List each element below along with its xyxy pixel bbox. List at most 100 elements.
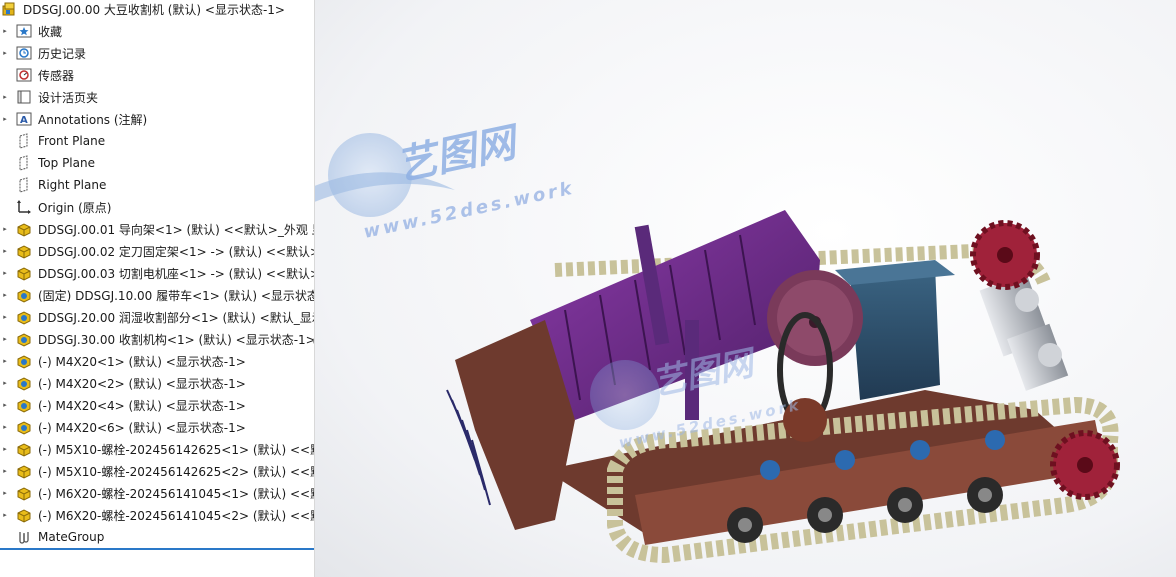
sensor-icon xyxy=(15,66,33,84)
plane-icon xyxy=(15,154,33,172)
tree-item[interactable]: ▸ DDSGJ.00.02 定刀固定架<1> -> (默认) <<默认>_ xyxy=(0,240,314,262)
tree-item[interactable]: ▸ A Annotations (注解) xyxy=(0,108,314,130)
design-binder-icon xyxy=(15,88,33,106)
tree-item-label: Annotations (注解) xyxy=(38,112,148,127)
part-icon xyxy=(15,242,33,260)
expand-arrow-icon[interactable]: ▸ xyxy=(0,247,10,255)
harvester-model[interactable] xyxy=(446,210,1120,564)
tree-item[interactable]: ▸ (-) M4X20<6> (默认) <显示状态-1> xyxy=(0,416,314,438)
subassembly-icon xyxy=(15,308,33,326)
subassembly-icon xyxy=(15,374,33,392)
expand-arrow-icon[interactable]: ▸ xyxy=(0,379,10,387)
tree-item[interactable]: ▸ DDSGJ.20.00 润湿收割部分<1> (默认) <默认_显示 xyxy=(0,306,314,328)
tree-item[interactable]: Front Plane xyxy=(0,130,314,152)
expand-arrow-icon[interactable]: ▸ xyxy=(0,489,10,497)
expand-arrow-icon[interactable]: ▸ xyxy=(0,225,10,233)
tree-item[interactable]: ▸ (-) M4X20<1> (默认) <显示状态-1> xyxy=(0,350,314,372)
expand-arrow-icon[interactable]: ▸ xyxy=(0,115,10,123)
tree-item[interactable]: Top Plane xyxy=(0,152,314,174)
plane-icon xyxy=(15,132,33,150)
panel-divider xyxy=(0,548,314,550)
history-icon xyxy=(15,44,33,62)
part-icon xyxy=(15,220,33,238)
tree-item-label: 历史记录 xyxy=(38,46,87,61)
tree-item-label: Right Plane xyxy=(38,178,107,192)
tree-item-label: DDSGJ.30.00 收割机构<1> (默认) <显示状态-1> xyxy=(38,332,314,347)
expand-arrow-icon[interactable]: ▸ xyxy=(0,445,10,453)
expand-arrow-icon[interactable]: ▸ xyxy=(0,423,10,431)
feature-manager-tree: DDSGJ.00.00 大豆收割机 (默认) <显示状态-1> ▸ 收藏 ▸ 历史记录传… xyxy=(0,0,315,577)
tree-item-label: (-) M4X20<2> (默认) <显示状态-1> xyxy=(38,376,246,391)
tree-item[interactable]: ▸ 设计活页夹 xyxy=(0,86,314,108)
expand-arrow-icon[interactable]: ▸ xyxy=(0,335,10,343)
expand-arrow-icon[interactable]: ▸ xyxy=(0,93,10,101)
graphics-viewport[interactable]: 艺图网 www.52des.work 艺图网 www.52des.work xyxy=(315,0,1176,577)
mate-group-icon xyxy=(15,528,33,546)
tree-item-label: (-) M6X20-螺栓-202456141045<2> (默认) <<默认 xyxy=(38,508,314,523)
tree-item-label: MateGroup xyxy=(38,530,105,544)
watermark-title: 艺图网 xyxy=(393,119,526,190)
tree-item-label: Front Plane xyxy=(38,134,106,148)
subassembly-icon xyxy=(15,396,33,414)
svg-text:A: A xyxy=(20,115,28,126)
tree-item-label: (-) M4X20<1> (默认) <显示状态-1> xyxy=(38,354,246,369)
tree-item-label: (-) M4X20<6> (默认) <显示状态-1> xyxy=(38,420,246,435)
tree-item[interactable]: 传感器 xyxy=(0,64,314,86)
tree-item[interactable]: ▸ DDSGJ.00.03 切割电机座<1> -> (默认) <<默认>_ xyxy=(0,262,314,284)
tree-root-item[interactable]: DDSGJ.00.00 大豆收割机 (默认) <显示状态-1> xyxy=(0,0,314,20)
tree-item-label: (-) M5X10-螺栓-202456142625<1> (默认) <<默认 xyxy=(38,442,314,457)
part-icon xyxy=(15,440,33,458)
subassembly-icon xyxy=(15,352,33,370)
tree-item-label: DDSGJ.20.00 润湿收割部分<1> (默认) <默认_显示 xyxy=(38,310,314,325)
tree-item[interactable]: ▸ (-) M6X20-螺栓-202456141045<2> (默认) <<默认 xyxy=(0,504,314,526)
storage-tank xyxy=(850,265,940,400)
subassembly-icon xyxy=(15,418,33,436)
part-icon xyxy=(15,506,33,524)
tree-item[interactable]: Right Plane xyxy=(0,174,314,196)
tree-item[interactable]: ▸ (-) M5X10-螺栓-202456142625<2> (默认) <<默认 xyxy=(0,460,314,482)
tree-item-label: (固定) DDSGJ.10.00 履带车<1> (默认) <显示状态- xyxy=(38,288,314,303)
expand-arrow-icon[interactable]: ▸ xyxy=(0,357,10,365)
subassembly-icon xyxy=(15,286,33,304)
expand-arrow-icon[interactable]: ▸ xyxy=(0,49,10,57)
tree-item-label: Origin (原点) xyxy=(38,200,112,215)
part-icon xyxy=(15,264,33,282)
tree-item[interactable]: ▸ (固定) DDSGJ.10.00 履带车<1> (默认) <显示状态- xyxy=(0,284,314,306)
expand-arrow-icon[interactable]: ▸ xyxy=(0,291,10,299)
part-icon xyxy=(15,462,33,480)
expand-arrow-icon[interactable]: ▸ xyxy=(0,313,10,321)
model-canvas[interactable]: 艺图网 www.52des.work 艺图网 www.52des.work xyxy=(315,0,1176,577)
tree-item[interactable]: ▸ 历史记录 xyxy=(0,42,314,64)
plane-icon xyxy=(15,176,33,194)
tree-item-label: 传感器 xyxy=(38,68,75,83)
expand-arrow-icon[interactable]: ▸ xyxy=(0,27,10,35)
tree-item[interactable]: ▸ (-) M5X10-螺栓-202456142625<1> (默认) <<默认 xyxy=(0,438,314,460)
drive-sprocket xyxy=(1050,430,1120,500)
tree-item[interactable]: ▸ (-) M4X20<2> (默认) <显示状态-1> xyxy=(0,372,314,394)
tree-item-label: Top Plane xyxy=(38,156,95,170)
tree-item[interactable]: Origin (原点) xyxy=(0,196,314,218)
tree-item[interactable]: ▸ (-) M6X20-螺栓-202456141045<1> (默认) <<默认 xyxy=(0,482,314,504)
tree-item-label: (-) M4X20<4> (默认) <显示状态-1> xyxy=(38,398,246,413)
favorites-icon xyxy=(15,22,33,40)
tree-item[interactable]: ▸ DDSGJ.30.00 收割机构<1> (默认) <显示状态-1> xyxy=(0,328,314,350)
expand-arrow-icon[interactable]: ▸ xyxy=(0,401,10,409)
tree-item[interactable]: ▸ DDSGJ.00.01 导向架<1> (默认) <<默认>_外观 显示 xyxy=(0,218,314,240)
tree-item-label: 收藏 xyxy=(38,24,63,39)
tree-item-label: DDSGJ.00.00 大豆收割机 (默认) <显示状态-1> xyxy=(23,2,285,17)
assembly-icon xyxy=(0,0,18,18)
expand-arrow-icon[interactable]: ▸ xyxy=(0,511,10,519)
part-icon xyxy=(15,484,33,502)
tree-item-label: 设计活页夹 xyxy=(38,90,99,105)
tree-item[interactable]: MateGroup xyxy=(0,526,314,548)
drive-sprocket xyxy=(970,220,1040,290)
annotations-icon: A xyxy=(15,110,33,128)
subassembly-icon xyxy=(15,330,33,348)
expand-arrow-icon[interactable]: ▸ xyxy=(0,467,10,475)
expand-arrow-icon[interactable]: ▸ xyxy=(0,269,10,277)
tree-item[interactable]: ▸ 收藏 xyxy=(0,20,314,42)
tree-item[interactable]: ▸ (-) M4X20<4> (默认) <显示状态-1> xyxy=(0,394,314,416)
origin-icon xyxy=(15,198,33,216)
tree-item-label: DDSGJ.00.01 导向架<1> (默认) <<默认>_外观 显示 xyxy=(38,222,314,237)
electric-motors xyxy=(979,273,1069,391)
